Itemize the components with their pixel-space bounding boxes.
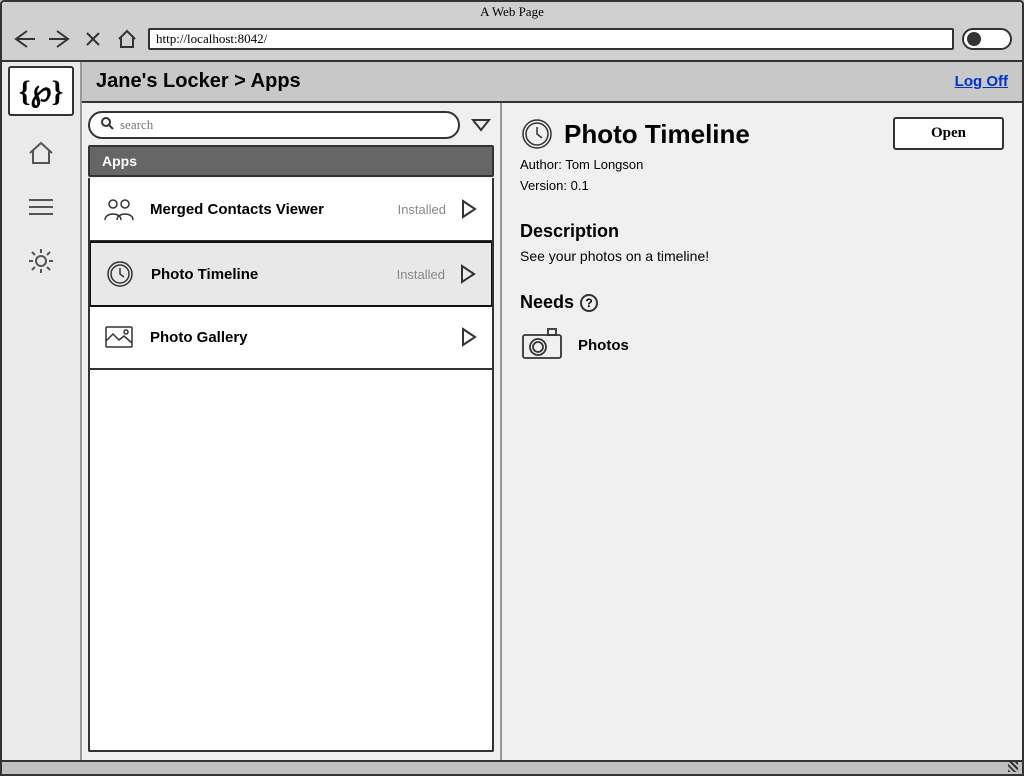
clock-icon — [103, 257, 137, 291]
author-line: Author: Tom Longson — [520, 157, 1004, 172]
forward-button[interactable] — [46, 26, 72, 52]
search-icon — [100, 116, 114, 135]
install-status: Installed — [398, 202, 446, 217]
description-text: See your photos on a timeline! — [520, 248, 1004, 264]
gear-icon[interactable] — [24, 244, 58, 278]
play-icon[interactable] — [460, 199, 480, 219]
list-icon[interactable] — [24, 190, 58, 224]
camera-icon — [520, 325, 564, 366]
needs-heading: Needs — [520, 292, 574, 313]
clock-icon — [520, 117, 554, 151]
breadcrumb: Jane's Locker > Apps — [96, 70, 301, 93]
url-bar[interactable]: http://localhost:8042/ — [148, 28, 954, 50]
filter-dropdown[interactable] — [468, 112, 494, 138]
url-text: http://localhost:8042/ — [156, 31, 267, 47]
toggle-switch[interactable] — [962, 28, 1012, 50]
logoff-link[interactable]: Log Off — [955, 73, 1008, 90]
section-header-apps: Apps — [88, 145, 494, 177]
gallery-icon — [102, 320, 136, 354]
search-box[interactable] — [88, 111, 460, 139]
detail-panel: Open Photo Timeline Author: Tom Longson … — [502, 103, 1022, 760]
home-button[interactable] — [114, 26, 140, 52]
app-name-label: Photo Timeline — [151, 266, 383, 283]
browser-title: A Web Page — [2, 2, 1022, 22]
app-item-photo-gallery[interactable]: Photo Gallery — [90, 306, 492, 370]
home-icon[interactable] — [24, 136, 58, 170]
open-button[interactable]: Open — [893, 117, 1004, 150]
help-icon[interactable]: ? — [580, 294, 598, 312]
back-button[interactable] — [12, 26, 38, 52]
resize-handle[interactable] — [0, 762, 1024, 776]
app-item-merged-contacts[interactable]: Merged Contacts Viewer Installed — [90, 178, 492, 242]
description-heading: Description — [520, 221, 1004, 242]
app-item-photo-timeline[interactable]: Photo Timeline Installed — [89, 241, 493, 307]
browser-toolbar: http://localhost:8042/ — [2, 22, 1022, 60]
search-input[interactable] — [120, 117, 448, 133]
contacts-icon — [102, 192, 136, 226]
install-status: Installed — [397, 267, 445, 282]
needs-item-label: Photos — [578, 337, 629, 354]
play-icon[interactable] — [459, 264, 479, 284]
needs-item: Photos — [520, 325, 1004, 366]
app-name-label: Merged Contacts Viewer — [150, 201, 384, 218]
left-rail: {℘} — [2, 62, 82, 760]
breadcrumb-bar: Jane's Locker > Apps Log Off — [82, 62, 1022, 103]
stop-button[interactable] — [80, 26, 106, 52]
app-name-label: Photo Gallery — [150, 329, 432, 346]
app-logo: {℘} — [8, 66, 74, 116]
detail-title: Photo Timeline — [564, 119, 750, 150]
play-icon[interactable] — [460, 327, 480, 347]
app-list-panel: Apps Merged Contacts Viewer Installed — [82, 103, 502, 760]
app-list: Merged Contacts Viewer Installed Photo T… — [88, 178, 494, 752]
version-line: Version: 0.1 — [520, 178, 1004, 193]
